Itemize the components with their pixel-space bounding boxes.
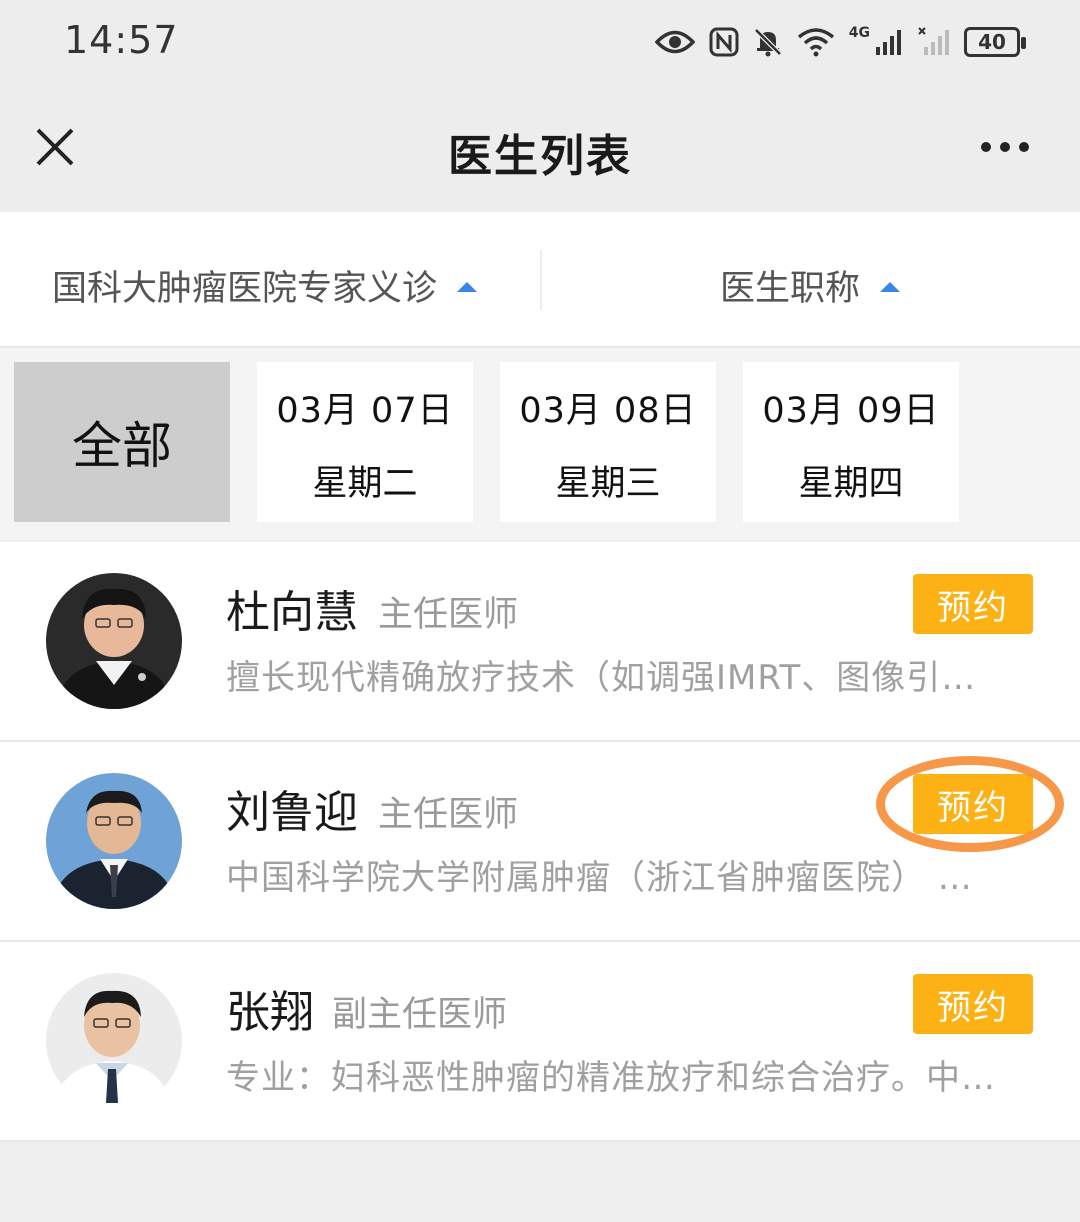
avatar — [46, 973, 182, 1109]
tab-all[interactable]: 全部 — [14, 362, 230, 522]
bell-muted-icon — [753, 28, 782, 57]
eye-icon — [654, 30, 695, 54]
battery-icon: 40 — [964, 27, 1026, 57]
doctor-description: 专业：妇科恶性肿瘤的精准放疗和综合治疗。中… — [226, 1058, 996, 1098]
highlight-ring — [876, 756, 1064, 852]
date-tabs: 全部 03月 07日 星期二 03月 08日 星期三 03月 09日 星期四 — [0, 348, 1080, 540]
more-icon[interactable] — [980, 140, 1030, 154]
status-icons: 4G 40 — [654, 22, 1026, 62]
doctor-description: 中国科学院大学附属肿瘤（浙江省肿瘤医院） … — [226, 858, 973, 898]
list-item[interactable]: 杜向慧 主任医师 擅长现代精确放疗技术（如调强IMRT、图像引… 预约 — [0, 542, 1080, 742]
doctor-description: 擅长现代精确放疗技术（如调强IMRT、图像引… — [226, 658, 977, 698]
signal-no-sim-icon — [918, 27, 949, 55]
nfc-icon — [709, 27, 739, 57]
tab-all-label: 全部 — [72, 417, 172, 475]
tab-date-label: 03月 08日 — [519, 391, 697, 431]
doctor-name: 杜向慧 — [226, 587, 358, 638]
nav-bar: 医生列表 — [0, 86, 1080, 212]
page-title: 医生列表 — [448, 131, 632, 182]
triangle-up-icon — [457, 281, 478, 292]
tab-date-0307[interactable]: 03月 07日 星期二 — [257, 362, 473, 522]
doctor-title-filter-label: 医生职称 — [720, 269, 861, 309]
signal-icon — [876, 30, 901, 55]
doctor-title: 主任医师 — [378, 795, 519, 835]
doctor-title: 副主任医师 — [332, 995, 508, 1035]
battery-level: 40 — [978, 30, 1006, 54]
doctor-name: 刘鲁迎 — [226, 787, 358, 838]
status-bar: 14:57 4G 40 — [0, 0, 1080, 86]
filter-bar: 国科大肿瘤医院专家义诊 医生职称 — [0, 212, 1080, 348]
tab-date-0308[interactable]: 03月 08日 星期三 — [500, 362, 716, 522]
tab-date-0309[interactable]: 03月 09日 星期四 — [743, 362, 959, 522]
hospital-filter-label: 国科大肿瘤医院专家义诊 — [52, 269, 438, 309]
book-button[interactable]: 预约 — [913, 574, 1033, 634]
doctor-title: 主任医师 — [378, 595, 519, 635]
filter-divider — [540, 250, 542, 310]
doctor-name: 张翔 — [226, 987, 314, 1038]
status-time: 14:57 — [64, 18, 179, 62]
doctor-title-filter[interactable]: 医生职称 — [720, 260, 902, 311]
tab-weekday-label: 星期四 — [798, 464, 904, 504]
book-button-label: 预约 — [937, 587, 1009, 628]
list-item[interactable]: 刘鲁迎 主任医师 中国科学院大学附属肿瘤（浙江省肿瘤医院） … 预约 — [0, 742, 1080, 942]
avatar — [46, 573, 182, 709]
empty-area — [0, 1142, 1080, 1222]
list-item[interactable]: 张翔 副主任医师 专业：妇科恶性肿瘤的精准放疗和综合治疗。中… 预约 — [0, 942, 1080, 1142]
hospital-filter[interactable]: 国科大肿瘤医院专家义诊 — [52, 260, 479, 311]
tab-date-label: 03月 07日 — [276, 391, 454, 431]
book-button[interactable]: 预约 — [913, 974, 1033, 1034]
avatar — [46, 773, 182, 909]
book-button-label: 预约 — [937, 987, 1009, 1028]
tab-weekday-label: 星期二 — [312, 464, 418, 504]
tab-weekday-label: 星期三 — [555, 464, 661, 504]
network-label: 4G — [848, 25, 870, 41]
triangle-up-icon — [880, 281, 901, 292]
tab-date-label: 03月 09日 — [762, 391, 940, 431]
doctor-list: 杜向慧 主任医师 擅长现代精确放疗技术（如调强IMRT、图像引… 预约 刘鲁迎 … — [0, 542, 1080, 1142]
wifi-icon — [797, 28, 834, 57]
